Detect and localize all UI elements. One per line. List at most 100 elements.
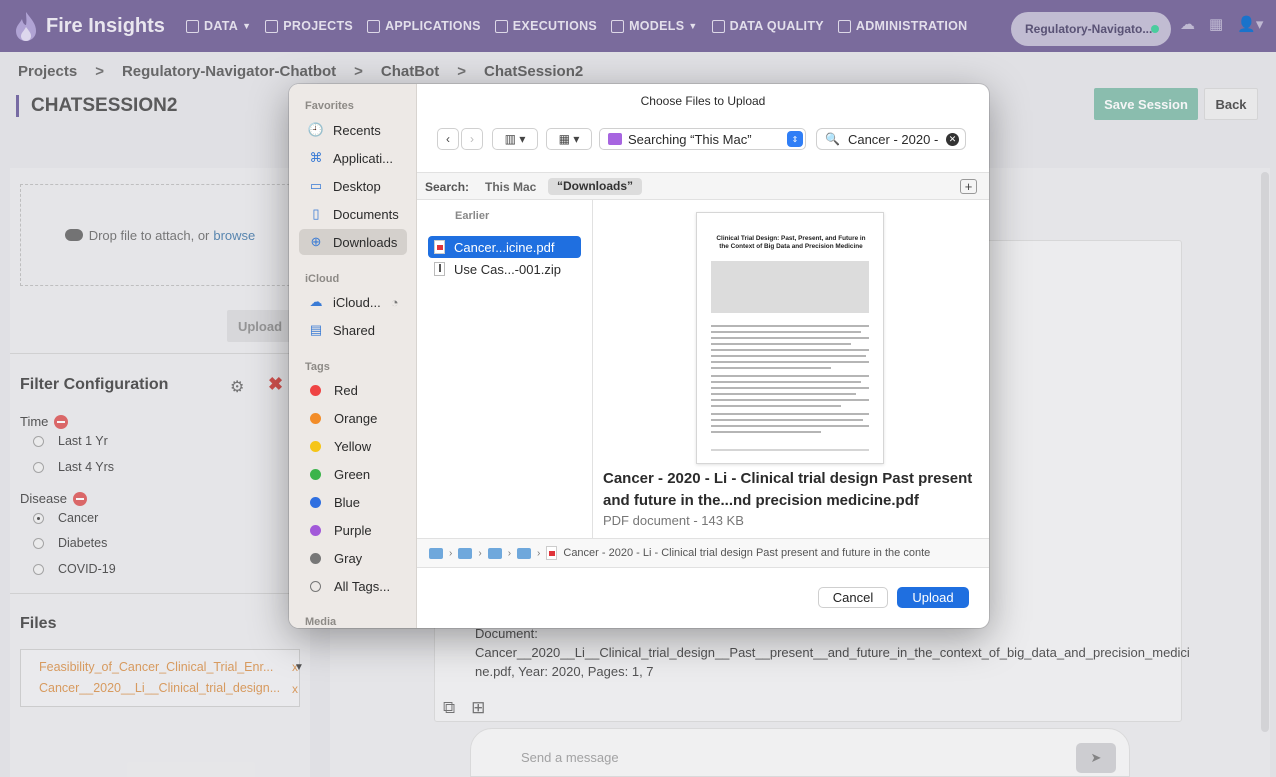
back-nav-button[interactable]: ‹ bbox=[437, 128, 459, 150]
search-scope-bar: Search: This Mac “Downloads” + bbox=[417, 172, 989, 200]
sidebar-item-label: Documents bbox=[333, 206, 399, 222]
icloud-header: iCloud bbox=[305, 273, 340, 285]
search-input[interactable]: 🔍 Cancer - 2020 - ✕ bbox=[816, 128, 966, 150]
location-select[interactable]: Searching “This Mac” ⇕ bbox=[599, 128, 806, 150]
forward-nav-button[interactable]: › bbox=[461, 128, 483, 150]
scope-downloads[interactable]: “Downloads” bbox=[548, 178, 643, 195]
file-preview: Clinical Trial Design: Past, Present, an… bbox=[593, 200, 989, 538]
file-name: Cancer...icine.pdf bbox=[454, 239, 555, 255]
tags-header: Tags bbox=[305, 361, 330, 373]
preview-file-name: Cancer - 2020 - Li - Clinical trial desi… bbox=[603, 470, 973, 509]
upload-confirm-button[interactable]: Upload bbox=[897, 587, 969, 608]
sidebar-item-shared[interactable]: ▤ Shared bbox=[299, 317, 407, 343]
chevron-right-icon: › bbox=[537, 547, 541, 559]
search-folder-icon bbox=[608, 133, 622, 145]
preview-file-meta: PDF document - 143 KB bbox=[603, 513, 744, 528]
group-button[interactable]: ▦ ▾ bbox=[546, 128, 592, 150]
thumbnail-text-line bbox=[711, 431, 821, 433]
search-icon: 🔍 bbox=[825, 132, 840, 146]
thumbnail-text-line bbox=[711, 349, 869, 351]
thumbnail-text-line bbox=[711, 419, 863, 421]
sidebar-item-label: Applicati... bbox=[333, 150, 393, 166]
thumbnail-text-line bbox=[711, 381, 861, 383]
path-file-name[interactable]: Cancer - 2020 - Li - Clinical trial desi… bbox=[563, 547, 930, 559]
sidebar-tag-orange[interactable]: Orange bbox=[299, 405, 407, 431]
scope-this-mac[interactable]: This Mac bbox=[485, 180, 536, 194]
sidebar-item-label: Orange bbox=[334, 410, 378, 426]
pdf-file-icon bbox=[546, 546, 558, 560]
thumbnail-text-line bbox=[711, 413, 869, 415]
folder-icon[interactable] bbox=[458, 547, 473, 559]
tag-dot-icon bbox=[310, 440, 321, 452]
folder-icon[interactable] bbox=[429, 547, 443, 559]
sidebar-item-applications[interactable]: ⌘ Applicati... bbox=[299, 145, 407, 171]
thumbnail-text-line bbox=[711, 375, 869, 377]
sidebar-item-label: Shared bbox=[333, 322, 375, 338]
sidebar-tag-gray[interactable]: Gray bbox=[299, 545, 407, 571]
pdf-thumbnail: Clinical Trial Design: Past, Present, an… bbox=[696, 212, 884, 464]
thumbnail-text-line bbox=[711, 367, 831, 369]
file-row[interactable]: Use Cas...-001.zip bbox=[428, 258, 581, 280]
tag-dot-icon bbox=[310, 524, 321, 536]
clock-icon: 🕘 bbox=[307, 122, 325, 137]
sidebar-item-icloud[interactable]: ☁ iCloud... ◔ bbox=[299, 289, 407, 315]
thumbnail-text-line bbox=[711, 337, 869, 339]
sidebar-item-desktop[interactable]: ▭ Desktop bbox=[299, 173, 407, 199]
tag-dot-icon bbox=[310, 412, 321, 424]
sidebar-tag-red[interactable]: Red bbox=[299, 377, 407, 403]
sidebar-item-recents[interactable]: 🕘 Recents bbox=[299, 117, 407, 143]
thumbnail-text-line bbox=[711, 425, 869, 427]
thumbnail-title: Clinical Trial Design: Past, Present, an… bbox=[716, 235, 866, 250]
sidebar-item-label: iCloud... bbox=[333, 294, 381, 310]
column-header: Earlier bbox=[455, 210, 490, 222]
columns-icon: ▥ ▾ bbox=[504, 132, 526, 146]
thumbnail-abstract-block bbox=[711, 261, 869, 313]
sidebar-item-label: Downloads bbox=[333, 234, 398, 250]
sidebar-item-label: Purple bbox=[334, 522, 372, 538]
sidebar-item-downloads[interactable]: ⊕ Downloads bbox=[299, 229, 407, 255]
clear-search-icon[interactable]: ✕ bbox=[946, 133, 959, 146]
folder-icon[interactable] bbox=[517, 547, 532, 559]
media-header: Media bbox=[305, 616, 337, 628]
sidebar-tag-blue[interactable]: Blue bbox=[299, 489, 407, 515]
sidebar-item-label: Yellow bbox=[334, 438, 372, 454]
desktop-icon: ▭ bbox=[309, 178, 323, 193]
sidebar-item-documents[interactable]: ▯ Documents bbox=[299, 201, 407, 227]
sidebar-item-label: Desktop bbox=[333, 178, 381, 194]
folder-icon[interactable] bbox=[487, 547, 502, 559]
download-icon: ⊕ bbox=[310, 234, 322, 249]
sidebar-tag-yellow[interactable]: Yellow bbox=[299, 433, 407, 459]
grid-icon: ▦ ▾ bbox=[558, 132, 580, 146]
file-name: Use Cas...-001.zip bbox=[454, 261, 561, 277]
add-criteria-icon[interactable]: + bbox=[960, 179, 977, 194]
sidebar-item-label: Gray bbox=[334, 550, 363, 566]
favorites-header: Favorites bbox=[305, 100, 354, 112]
all-tags-icon bbox=[310, 580, 321, 592]
chevron-right-icon: › bbox=[507, 547, 512, 559]
sidebar-all-tags[interactable]: All Tags... bbox=[299, 573, 407, 599]
updown-arrow-icon: ⇕ bbox=[787, 131, 803, 147]
sidebar-tag-green[interactable]: Green bbox=[299, 461, 407, 487]
view-mode-button[interactable]: ▥ ▾ bbox=[492, 128, 538, 150]
applications-icon: ⌘ bbox=[309, 150, 323, 165]
scope-label: Search: bbox=[425, 180, 470, 194]
thumbnail-text-line bbox=[711, 331, 861, 333]
cloud-icon: ☁ bbox=[309, 294, 323, 309]
sidebar-item-label: Green bbox=[334, 466, 371, 482]
chevron-left-icon: ‹ bbox=[446, 132, 450, 146]
thumbnail-text-line bbox=[711, 393, 856, 395]
dialog-title: Choose Files to Upload bbox=[640, 94, 766, 108]
search-value: Cancer - 2020 - bbox=[847, 131, 939, 147]
thumbnail-text-line bbox=[711, 399, 869, 401]
thumbnail-text-line bbox=[711, 387, 869, 389]
sidebar-item-label: Recents bbox=[333, 122, 381, 138]
chevron-right-icon: › bbox=[449, 547, 453, 559]
file-chooser-dialog: Favorites 🕘 Recents ⌘ Applicati... ▭ Deskto… bbox=[289, 84, 989, 628]
sidebar-item-label: All Tags... bbox=[334, 578, 391, 594]
cancel-button[interactable]: Cancel bbox=[818, 587, 888, 608]
thumbnail-text-line bbox=[711, 405, 841, 407]
thumbnail-text-line bbox=[711, 449, 869, 451]
file-row[interactable]: Cancer...icine.pdf bbox=[428, 236, 581, 258]
sidebar-tag-purple[interactable]: Purple bbox=[299, 517, 407, 543]
dialog-sidebar: Favorites 🕘 Recents ⌘ Applicati... ▭ Deskto… bbox=[289, 84, 417, 628]
